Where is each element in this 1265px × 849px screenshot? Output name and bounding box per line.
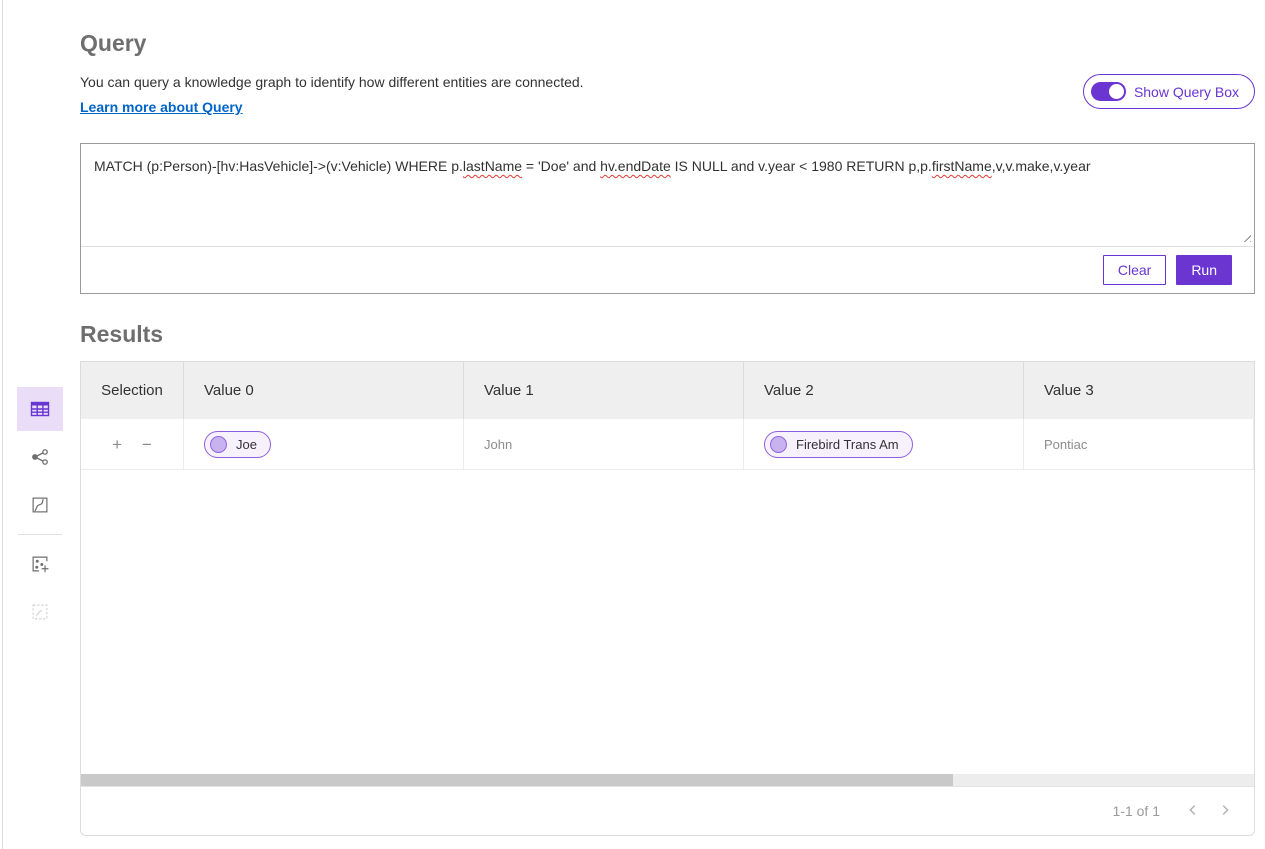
chevron-right-icon — [1218, 803, 1232, 820]
column-header-value2: Value 2 — [744, 362, 1024, 419]
selection-cell: + − — [81, 419, 184, 469]
column-header-value1: Value 1 — [464, 362, 744, 419]
add-to-map-button[interactable] — [17, 590, 63, 634]
column-header-value0: Value 0 — [184, 362, 464, 419]
table-view-button[interactable] — [17, 387, 63, 431]
entity-dot-icon — [210, 436, 227, 453]
results-table: Selection Value 0 Value 1 Value 2 Value … — [80, 361, 1255, 836]
value2-cell: Firebird Trans Am — [744, 419, 1024, 469]
table-view-icon — [28, 397, 52, 421]
toggle-label: Show Query Box — [1134, 84, 1239, 100]
table-body-empty-area — [81, 470, 1254, 774]
map-view-button[interactable] — [17, 483, 63, 527]
remove-from-selection-button[interactable]: − — [142, 436, 152, 453]
query-textarea[interactable]: MATCH (p:Person)-[hv:HasVehicle]->(v:Veh… — [81, 144, 1254, 247]
results-title: Results — [80, 321, 1255, 348]
show-query-box-toggle[interactable]: Show Query Box — [1083, 74, 1255, 109]
add-to-link-chart-button[interactable] — [17, 542, 63, 586]
table-row: + − Joe John Firebird Trans Am Pontiac — [81, 419, 1254, 470]
horizontal-scrollbar[interactable] — [81, 774, 1254, 786]
page-title: Query — [80, 30, 1255, 57]
results-view-rail — [0, 0, 80, 849]
pagination-next-button[interactable] — [1216, 801, 1234, 822]
link-chart-view-icon — [29, 446, 51, 468]
column-header-selection: Selection — [81, 362, 184, 419]
value3-cell: Pontiac — [1024, 419, 1254, 469]
value1-cell: John — [464, 419, 744, 469]
add-to-selection-button[interactable]: + — [112, 436, 122, 453]
rail-divider — [18, 534, 62, 535]
page-description: You can query a knowledge graph to ident… — [80, 74, 1255, 90]
entity-pill-person[interactable]: Joe — [204, 431, 271, 458]
add-to-map-icon — [29, 601, 51, 623]
column-header-value3: Value 3 — [1024, 362, 1254, 419]
query-footer: Clear Run — [81, 247, 1254, 293]
toggle-switch-icon — [1091, 82, 1126, 101]
run-button[interactable]: Run — [1176, 255, 1232, 285]
add-to-link-chart-icon — [29, 553, 51, 575]
link-chart-view-button[interactable] — [17, 435, 63, 479]
learn-more-link[interactable]: Learn more about Query — [80, 99, 243, 115]
textarea-resize-handle[interactable] — [1240, 231, 1251, 242]
table-header-row: Selection Value 0 Value 1 Value 2 Value … — [81, 362, 1254, 419]
entity-pill-label: Firebird Trans Am — [796, 437, 899, 452]
pagination-range-label: 1-1 of 1 — [1113, 803, 1160, 819]
pagination-prev-button[interactable] — [1184, 801, 1202, 822]
entity-dot-icon — [770, 436, 787, 453]
query-panel: MATCH (p:Person)-[hv:HasVehicle]->(v:Veh… — [80, 143, 1255, 294]
entity-pill-vehicle[interactable]: Firebird Trans Am — [764, 431, 913, 458]
horizontal-scrollbar-thumb[interactable] — [81, 774, 953, 786]
table-footer: 1-1 of 1 — [81, 786, 1254, 835]
entity-pill-label: Joe — [236, 437, 257, 452]
chevron-left-icon — [1186, 803, 1200, 820]
value0-cell: Joe — [184, 419, 464, 469]
map-view-icon — [29, 494, 51, 516]
clear-button[interactable]: Clear — [1103, 255, 1166, 285]
